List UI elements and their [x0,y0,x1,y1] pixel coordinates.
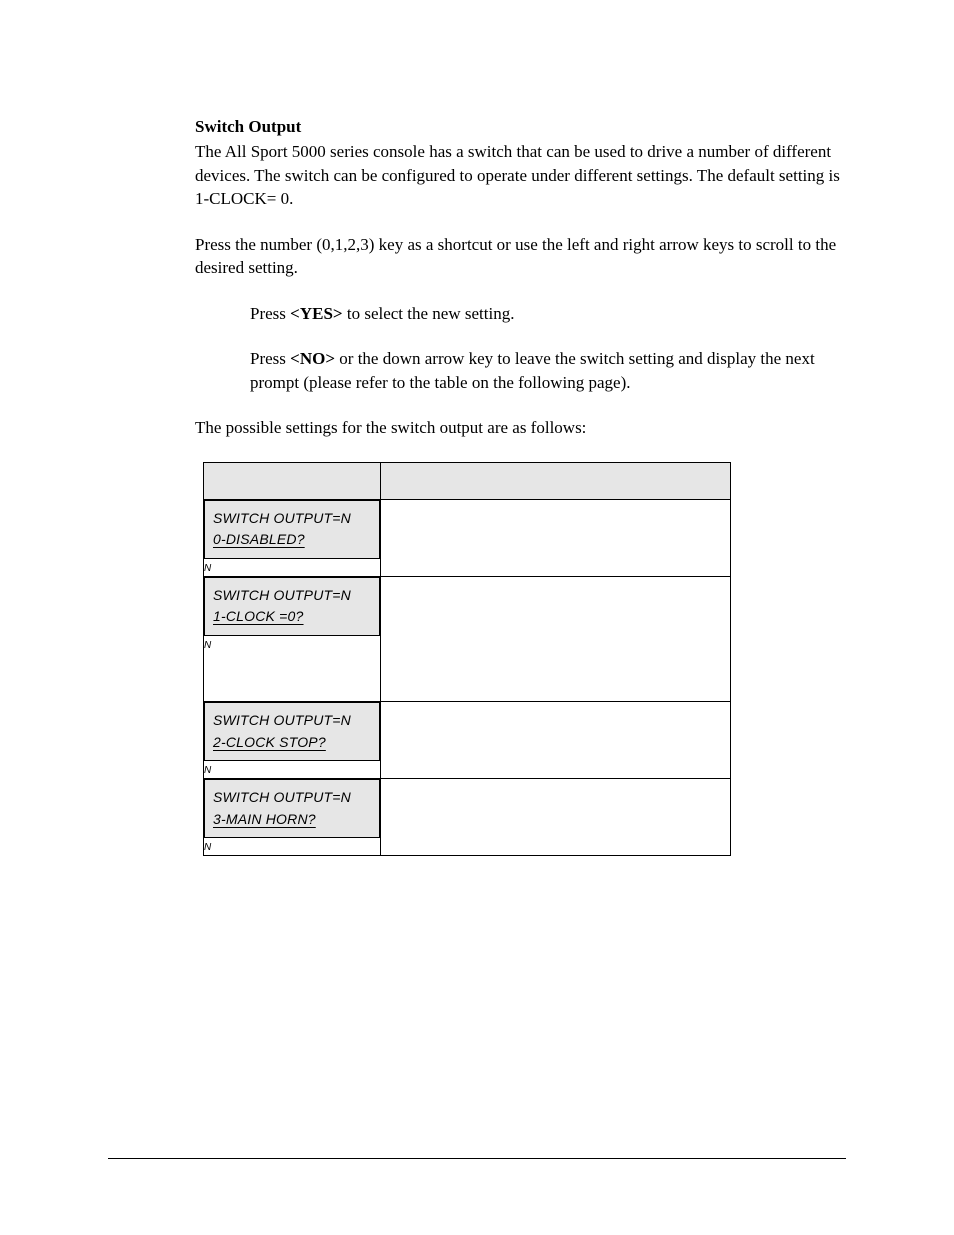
table-desc [381,701,731,778]
table-row: SWITCH OUTPUT=N 0-DISABLED? N [204,499,731,576]
lcd-display: SWITCH OUTPUT=N 1-CLOCK =0? [204,577,380,636]
table-desc [381,499,731,576]
lcd-display: SWITCH OUTPUT=N 2-CLOCK STOP? [204,702,380,761]
table-row: SWITCH OUTPUT=N 1-CLOCK =0? N [204,576,731,701]
lcd-display: SWITCH OUTPUT=N 3-MAIN HORN? [204,779,380,838]
lcd-display: SWITCH OUTPUT=N 0-DISABLED? [204,500,380,559]
press-yes-after: to select the new setting. [343,304,515,323]
press-no-before: Press [250,349,290,368]
table-row: SWITCH OUTPUT=N 3-MAIN HORN? N [204,779,731,856]
page: Switch Output The All Sport 5000 series … [0,0,954,1235]
lcd-line-2: 2-CLOCK STOP? [213,732,371,754]
table-desc [381,779,731,856]
yes-key: <YES> [290,304,342,323]
press-yes-before: Press [250,304,290,323]
lcd-below: N [204,562,380,576]
settings-table: SWITCH OUTPUT=N 0-DISABLED? N SWITCH OUT… [203,462,731,857]
lcd-line-1: SWITCH OUTPUT=N [213,710,371,732]
press-no-paragraph: Press <NO> or the down arrow key to leav… [195,347,846,394]
lcd-below: N [204,764,380,778]
lcd-below: N [204,639,380,653]
press-yes-paragraph: Press <YES> to select the new setting. [195,302,846,325]
lcd-line-1: SWITCH OUTPUT=N [213,508,371,530]
lcd-line-2: 0-DISABLED? [213,529,371,551]
possible-settings-paragraph: The possible settings for the switch out… [195,416,846,439]
lcd-line-2: 3-MAIN HORN? [213,809,371,831]
lcd-line-2: 1-CLOCK =0? [213,606,371,628]
intro-paragraph: The All Sport 5000 series console has a … [195,140,846,210]
section-heading: Switch Output [195,115,846,138]
table-header-desc [381,462,731,499]
no-key: <NO> [290,349,335,368]
press-no-after: or the down arrow key to leave the switc… [250,349,815,391]
table-desc [381,576,731,701]
lcd-line-1: SWITCH OUTPUT=N [213,585,371,607]
table-row: SWITCH OUTPUT=N 2-CLOCK STOP? N [204,701,731,778]
shortcut-paragraph: Press the number (0,1,2,3) key as a shor… [195,233,846,280]
table-header-lcd [204,462,381,499]
lcd-line-1: SWITCH OUTPUT=N [213,787,371,809]
footer-rule [108,1158,846,1159]
lcd-below: N [204,841,380,855]
